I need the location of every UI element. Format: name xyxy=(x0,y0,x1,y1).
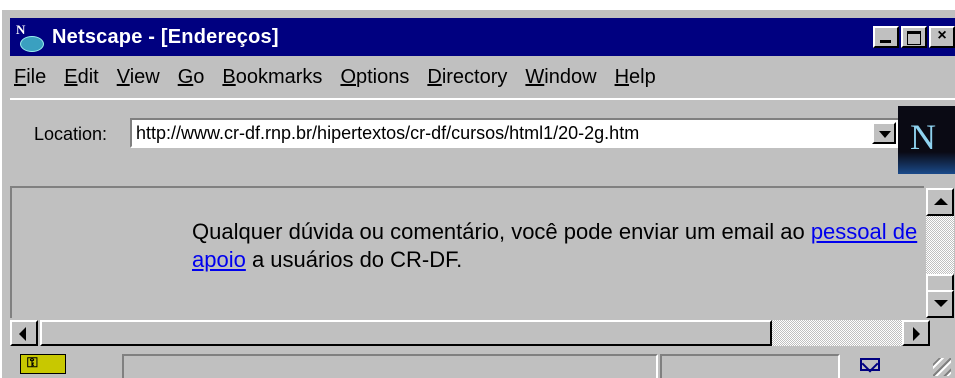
globe-icon xyxy=(20,36,44,52)
horizontal-scroll-thumb[interactable] xyxy=(40,320,772,346)
close-button[interactable]: × xyxy=(929,26,955,48)
location-toolbar: Location: http://www.cr-df.rnp.br/hipert… xyxy=(10,98,955,182)
netscape-app-icon[interactable]: N xyxy=(14,22,46,52)
resize-grip[interactable] xyxy=(933,358,951,376)
menu-file[interactable]: File xyxy=(14,66,46,89)
content-text-after: a usuários do CR-DF. xyxy=(245,247,463,272)
minimize-button[interactable] xyxy=(873,26,899,48)
maximize-button[interactable] xyxy=(901,26,927,48)
scroll-up-button[interactable] xyxy=(926,188,954,216)
vertical-scrollbar[interactable] xyxy=(924,186,955,318)
window-controls: × xyxy=(873,26,955,48)
menu-edit[interactable]: Edit xyxy=(64,66,98,89)
location-url: http://www.cr-df.rnp.br/hipertextos/cr-d… xyxy=(136,123,640,143)
horizontal-scroll-track[interactable] xyxy=(772,320,902,346)
close-icon: × xyxy=(937,27,947,44)
menu-bookmarks[interactable]: Bookmarks xyxy=(222,66,322,89)
location-dropdown-button[interactable] xyxy=(872,122,896,144)
arrow-left-icon xyxy=(19,327,26,341)
chevron-down-icon xyxy=(879,131,891,138)
menu-options[interactable]: Options xyxy=(340,66,409,89)
security-key-icon[interactable]: ⚿ xyxy=(20,354,66,374)
title-bar[interactable]: N Netscape - [Endereços] × xyxy=(10,18,955,56)
status-text-panel xyxy=(122,354,658,378)
logo-letter: N xyxy=(910,117,936,157)
scroll-right-button[interactable] xyxy=(902,320,930,346)
mail-icon[interactable] xyxy=(860,358,880,371)
netscape-logo-throbber[interactable]: N xyxy=(898,106,955,174)
horizontal-scrollbar[interactable] xyxy=(10,318,930,348)
arrow-up-icon xyxy=(934,198,948,205)
maximize-icon xyxy=(907,31,921,45)
vertical-scroll-track[interactable] xyxy=(926,216,954,274)
window-title: Netscape - [Endereços] xyxy=(52,25,279,48)
status-progress-panel xyxy=(660,354,840,378)
menu-window[interactable]: Window xyxy=(525,66,596,89)
menu-help[interactable]: Help xyxy=(615,66,656,89)
minimize-icon xyxy=(880,40,891,43)
arrow-down-icon xyxy=(934,300,948,307)
status-bar: ⚿ xyxy=(10,350,955,378)
content-paragraph: Qualquer dúvida ou comentário, você pode… xyxy=(192,218,955,274)
scroll-left-button[interactable] xyxy=(10,320,38,346)
menu-bar: File Edit View Go Bookmarks Options Dire… xyxy=(10,60,674,94)
netscape-n-glyph: N xyxy=(16,22,26,37)
location-label: Location: xyxy=(34,124,108,144)
scroll-down-button[interactable] xyxy=(926,290,954,318)
content-text-before: Qualquer dúvida ou comentário, você pode… xyxy=(192,219,811,244)
key-glyph: ⚿ xyxy=(27,356,38,372)
location-input[interactable]: http://www.cr-df.rnp.br/hipertextos/cr-d… xyxy=(130,118,900,148)
browser-window: N Netscape - [Endereços] × File Edit Vie… xyxy=(0,10,955,378)
page-content: Qualquer dúvida ou comentário, você pode… xyxy=(10,186,955,318)
arrow-right-icon xyxy=(913,327,920,341)
menu-directory[interactable]: Directory xyxy=(427,66,507,89)
menu-view[interactable]: View xyxy=(117,66,160,89)
menu-go[interactable]: Go xyxy=(178,66,205,89)
